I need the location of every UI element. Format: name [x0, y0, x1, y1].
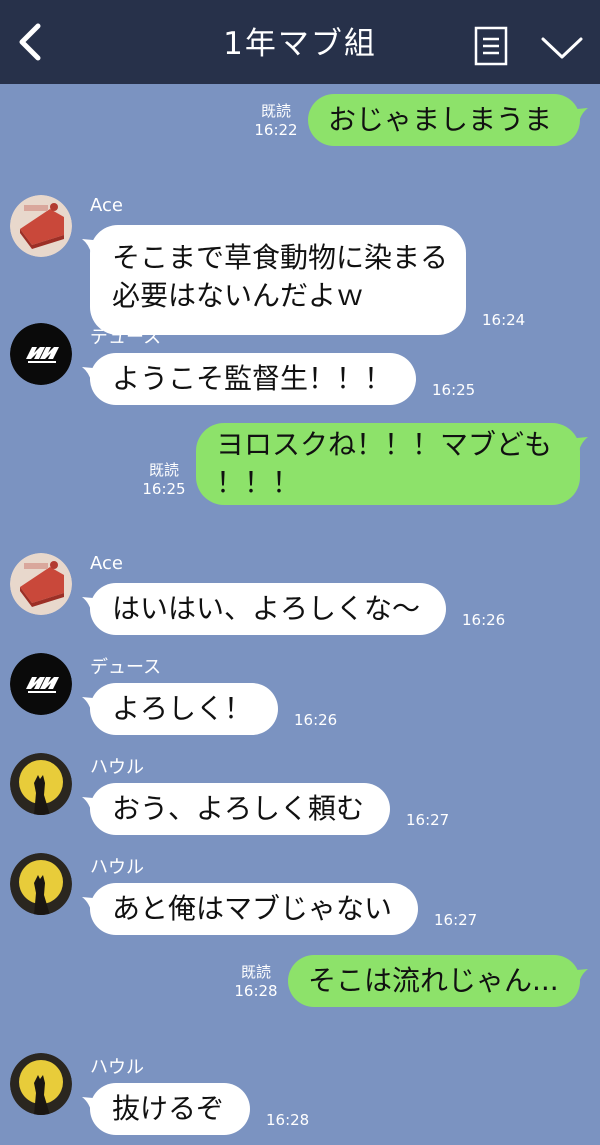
- avatar[interactable]: [10, 853, 72, 915]
- message-bubble[interactable]: ようこそ監督生！！！: [90, 353, 416, 405]
- message-time: 16:25: [432, 381, 476, 399]
- message-time: 16:22: [254, 121, 298, 139]
- message-time: 16:26: [462, 611, 506, 629]
- message-text-line: あと俺はマブじゃない: [112, 892, 393, 925]
- read-receipt: 既読 16:25: [138, 461, 190, 499]
- message-bubble[interactable]: おじゃましまうま: [308, 94, 580, 146]
- message-text-line: 必要はないんだよｗ: [112, 279, 365, 312]
- bubble-tail: [566, 969, 588, 987]
- bubble-tail: [82, 367, 104, 385]
- message-bubble[interactable]: あと俺はマブじゃない: [90, 883, 418, 935]
- bubble-tail: [82, 897, 104, 915]
- read-label: 既読: [240, 963, 271, 981]
- message-bubble[interactable]: ヨロスクね！！！マブども ！！！: [196, 423, 580, 505]
- read-receipt: 既読 16:28: [230, 963, 282, 1001]
- message-bubble[interactable]: そこまで草食動物に染まる 必要はないんだよｗ: [90, 225, 466, 335]
- bubble-tail: [82, 597, 104, 615]
- avatar[interactable]: [10, 553, 72, 615]
- message-time: 16:25: [142, 480, 186, 498]
- message-text-line: ヨロスクね！！！マブども: [216, 428, 553, 461]
- bubble-tail: [82, 697, 104, 715]
- sender-name: ハウル: [90, 757, 144, 778]
- sender-name: デュース: [90, 327, 162, 348]
- chat-header: 1年マブ組: [0, 0, 600, 84]
- message-text-line: そこまで草食動物に染まる: [112, 241, 449, 274]
- avatar[interactable]: [10, 195, 72, 257]
- bubble-tail: [566, 108, 588, 126]
- message-bubble[interactable]: おう、よろしく頼む: [90, 783, 390, 835]
- bubble-tail: [82, 1097, 104, 1115]
- sender-name: ハウル: [90, 857, 144, 878]
- avatar[interactable]: [10, 323, 72, 385]
- read-label: 既読: [148, 461, 179, 479]
- message-time: 16:27: [434, 911, 478, 929]
- message-bubble[interactable]: はいはい、よろしくな〜: [90, 583, 446, 635]
- message-text-line: ようこそ監督生！！！: [112, 362, 393, 395]
- bubble-tail: [82, 239, 104, 257]
- chevron-down-icon[interactable]: [540, 34, 584, 62]
- sender-name: デュース: [90, 657, 162, 678]
- message-text-line: そこは流れじゃん...: [308, 964, 559, 997]
- message-time: 16:27: [406, 811, 450, 829]
- avatar[interactable]: [10, 1053, 72, 1115]
- message-text-line: おじゃましまうま: [328, 103, 553, 136]
- message-bubble[interactable]: 抜けるぞ: [90, 1083, 250, 1135]
- message-time: 16:28: [234, 982, 278, 1000]
- note-menu-icon[interactable]: [474, 26, 508, 66]
- read-label: 既読: [260, 102, 291, 120]
- message-text-line: はいはい、よろしくな〜: [112, 592, 421, 625]
- message-time: 16:26: [294, 711, 338, 729]
- message-bubble[interactable]: そこは流れじゃん...: [288, 955, 580, 1007]
- chat-title: 1年マブ組: [223, 26, 377, 62]
- message-text-line: 抜けるぞ: [112, 1092, 225, 1125]
- message-text-line: よろしく！: [112, 692, 253, 725]
- sender-name: Ace: [90, 553, 123, 574]
- message-time: 16:28: [266, 1111, 310, 1129]
- message-bubble[interactable]: よろしく！: [90, 683, 278, 735]
- avatar[interactable]: [10, 753, 72, 815]
- read-receipt: 既読 16:22: [250, 102, 302, 140]
- avatar[interactable]: [10, 653, 72, 715]
- sender-name: ハウル: [90, 1057, 144, 1078]
- message-text-line: おう、よろしく頼む: [112, 792, 365, 825]
- bubble-tail: [82, 797, 104, 815]
- bubble-tail: [566, 437, 588, 455]
- message-time: 16:24: [482, 311, 526, 329]
- sender-name: Ace: [90, 195, 123, 216]
- message-text-line: ！！！: [216, 466, 301, 499]
